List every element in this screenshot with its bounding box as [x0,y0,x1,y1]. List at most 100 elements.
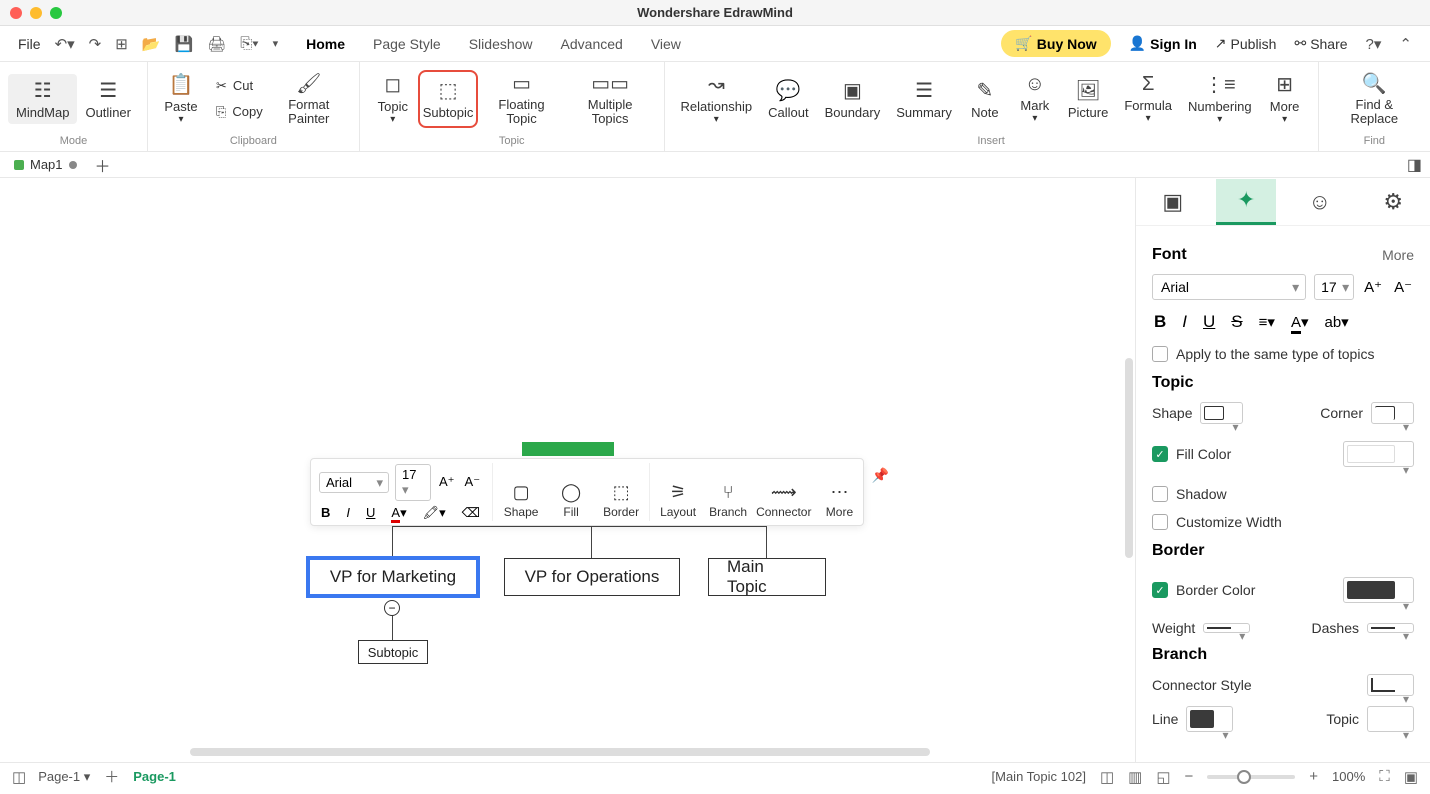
buy-now-button[interactable]: 🛒 Buy Now [1001,30,1110,57]
minimize-window-button[interactable] [30,7,42,19]
ft-font-family-select[interactable]: Arial▾ [319,472,389,493]
zoom-slider[interactable] [1207,775,1295,779]
ft-increase-font-button[interactable]: A⁺ [437,474,457,490]
save-button[interactable]: 💾 [175,35,194,53]
ft-layout-button[interactable]: ⚞Layout [656,482,700,519]
page-tab-1[interactable]: Page-1 [133,769,176,784]
align-button[interactable]: ≡▾ [1257,311,1277,333]
ft-font-color-button[interactable]: A▾ [389,505,408,521]
font-family-select[interactable]: Arial [1152,274,1306,300]
dashes-select[interactable] [1367,623,1414,633]
ft-highlight-button[interactable]: 🖍▾ [421,505,448,521]
fill-color-select[interactable] [1343,441,1414,467]
ft-border-button[interactable]: ⬚Border [599,482,643,519]
mark-button[interactable]: ☺Mark▾ [1010,69,1060,128]
redo-button[interactable]: ↷ [89,35,102,53]
central-topic-partial[interactable] [522,442,614,456]
fill-color-checkbox[interactable]: ✓ [1152,446,1168,462]
relationship-button[interactable]: ↝Relationship▾ [673,68,761,129]
font-size-select[interactable]: 17 [1314,274,1354,300]
close-window-button[interactable] [10,7,22,19]
sp-tab-style[interactable]: ✦ [1216,179,1276,225]
add-document-button[interactable]: ＋ [95,153,111,177]
font-more-button[interactable]: More [1382,247,1414,263]
cut-button[interactable]: ✂ Cut [212,76,267,96]
decrease-font-button[interactable]: A⁻ [1392,276,1414,298]
more-insert-button[interactable]: ⊞More▾ [1260,68,1310,129]
zoom-in-button[interactable]: + [1309,768,1318,785]
tab-slideshow[interactable]: Slideshow [469,36,533,52]
node-vp-operations[interactable]: VP for Operations [504,558,680,596]
undo-button[interactable]: ↶▾ [55,35,75,53]
ft-pin-button[interactable]: 📌 [867,463,892,521]
ft-bold-button[interactable]: B [319,505,332,520]
horizontal-scrollbar[interactable] [190,748,930,756]
share-button[interactable]: ⚯ Share [1294,35,1347,52]
italic-button[interactable]: I [1180,310,1189,334]
ft-fill-button[interactable]: ◯Fill [549,482,593,519]
branch-topic-select[interactable] [1367,706,1414,732]
callout-button[interactable]: 💬Callout [760,74,816,124]
border-color-select[interactable] [1343,577,1414,603]
sign-in-button[interactable]: 👤 Sign In [1129,35,1197,52]
vertical-scrollbar[interactable] [1125,358,1133,718]
node-main-topic[interactable]: Main Topic [708,558,826,596]
weight-select[interactable] [1203,623,1250,633]
connector-style-select[interactable] [1367,674,1414,696]
outliner-button[interactable]: ☰ Outliner [77,74,139,124]
find-replace-button[interactable]: 🔍 Find & Replace [1327,67,1422,131]
apply-same-type-checkbox[interactable] [1152,346,1168,362]
strikethrough-button[interactable]: S [1229,310,1244,334]
ft-branch-button[interactable]: ⑂Branch [706,482,750,519]
view-mode-1-button[interactable]: ◫ [1100,768,1114,786]
view-mode-2-button[interactable]: ▥ [1128,768,1142,786]
open-button[interactable]: 📂 [142,35,161,53]
sp-tab-layout[interactable]: ▣ [1143,179,1203,225]
ft-underline-button[interactable]: U [364,505,377,520]
new-button[interactable]: ⊞ [115,35,128,53]
collapse-toggle[interactable]: − [384,600,400,616]
tab-advanced[interactable]: Advanced [561,36,623,52]
sp-tab-settings[interactable]: ⚙ [1363,179,1423,225]
pages-list-button[interactable]: ◫ [12,768,26,786]
ft-font-size-select[interactable]: 17 ▾ [395,464,431,501]
sp-tab-emoji[interactable]: ☺ [1290,179,1350,225]
mindmap-button[interactable]: ☷ MindMap [8,74,77,124]
ft-shape-button[interactable]: ▢Shape [499,482,543,519]
ft-clear-format-button[interactable]: ⌫ [460,505,482,521]
add-page-button[interactable]: ＋ [104,766,119,787]
border-color-checkbox[interactable]: ✓ [1152,582,1168,598]
ft-decrease-font-button[interactable]: A⁻ [463,474,483,490]
zoom-out-button[interactable]: − [1185,768,1194,785]
picture-button[interactable]: 🖼Picture [1060,74,1116,124]
tab-home[interactable]: Home [306,36,345,52]
doc-tab-map1[interactable]: Map1 [6,157,85,172]
format-painter-button[interactable]: 🖌 Format Painter [267,67,351,131]
collapse-ribbon-button[interactable]: ⌃ [1399,35,1412,53]
numbering-button[interactable]: ⋮≡Numbering▾ [1180,68,1260,129]
export-button[interactable]: ⎘▾ [240,35,258,52]
underline-button[interactable]: U [1201,310,1217,334]
ft-italic-button[interactable]: I [344,505,352,520]
bold-button[interactable]: B [1152,310,1168,334]
copy-button[interactable]: ⎘ Copy [212,102,267,122]
font-color-button[interactable]: A▾ [1289,311,1311,333]
page-dropdown[interactable]: Page-1 ▾ [38,769,90,785]
corner-select[interactable] [1371,402,1414,424]
shape-select[interactable] [1200,402,1243,424]
case-button[interactable]: ab▾ [1322,311,1350,333]
tab-page-style[interactable]: Page Style [373,36,441,52]
fullscreen-button[interactable]: ⛶ [1379,768,1390,785]
node-subtopic[interactable]: Subtopic [358,640,428,664]
maximize-window-button[interactable] [50,7,62,19]
formula-button[interactable]: ΣFormula▾ [1116,69,1180,128]
shadow-checkbox[interactable] [1152,486,1168,502]
paste-button[interactable]: 📋 Paste ▾ [156,68,206,129]
ft-connector-button[interactable]: ⟿Connector [756,482,811,519]
tab-view[interactable]: View [651,36,681,52]
multiple-topics-button[interactable]: ▭▭ Multiple Topics [565,67,656,131]
floating-topic-button[interactable]: ▭ Floating Topic [478,67,564,131]
canvas[interactable]: Arial▾ 17 ▾ A⁺ A⁻ B I U A▾ 🖍▾ ⌫ ▢Shape ◯… [0,178,1135,762]
view-mode-3-button[interactable]: ◱ [1156,768,1170,786]
ft-more-button[interactable]: ⋯More [817,482,861,519]
